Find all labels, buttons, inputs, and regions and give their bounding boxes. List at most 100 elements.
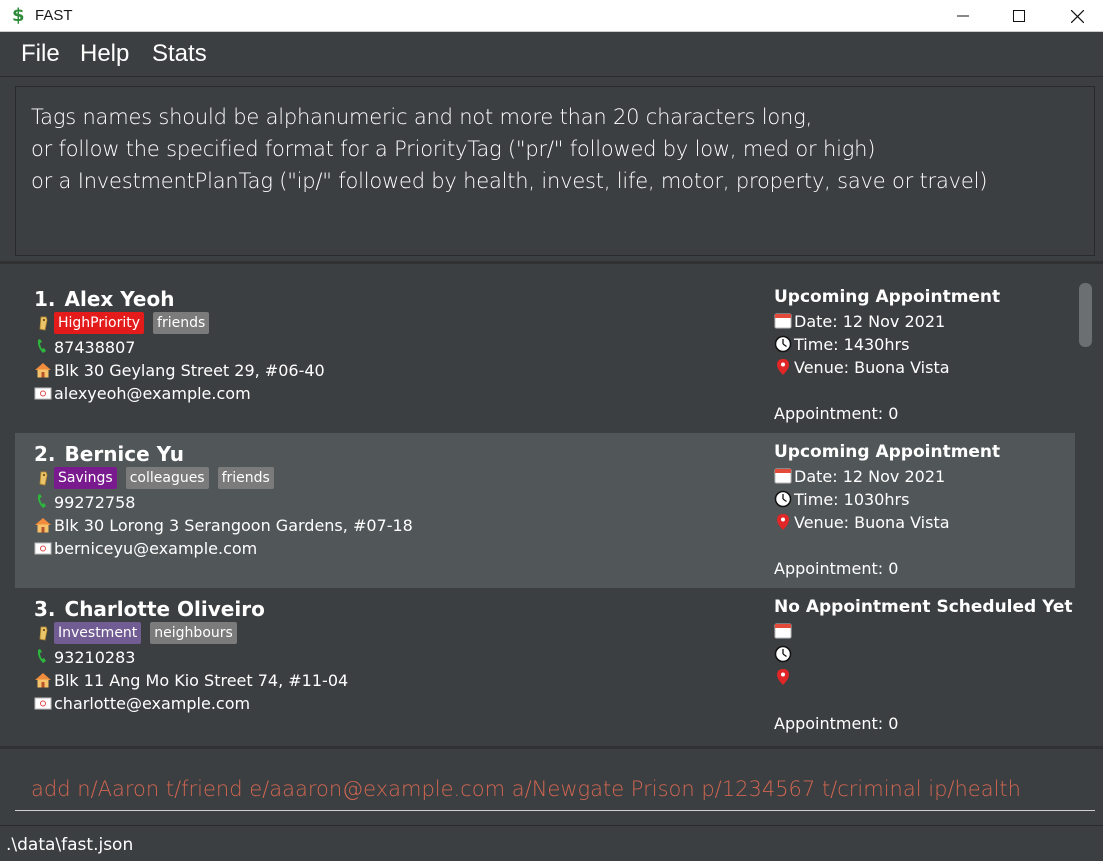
tag-badge: friends — [153, 312, 210, 334]
person-list-panel: 1. Alex Yeoh HighPriority friends 8743880… — [0, 266, 1103, 746]
phone-icon — [37, 339, 46, 353]
location-pin-icon — [777, 514, 789, 530]
person-name-text: Bernice Yu — [64, 442, 184, 466]
person-card[interactable]: 1. Alex Yeoh HighPriority friends 8743880… — [15, 278, 1075, 433]
appointment-date-row: Date: 12 Nov 2021 — [774, 467, 945, 486]
appointment-date-row — [774, 622, 794, 641]
calendar-icon — [774, 623, 792, 639]
email-row: berniceyu@example.com — [34, 539, 257, 558]
command-panel — [0, 746, 1103, 824]
window-title: FAST — [35, 7, 73, 24]
menu-help[interactable]: Help — [80, 40, 129, 68]
address-text: Blk 30 Geylang Street 29, #06-40 — [54, 361, 325, 380]
menu-stats[interactable]: Stats — [152, 40, 207, 68]
phone-text: 93210283 — [54, 648, 136, 667]
tag-icon — [39, 626, 48, 641]
tag-badge: neighbours — [150, 622, 237, 644]
appointment-date-row: Date: 12 Nov 2021 — [774, 312, 945, 331]
tag-badge: friends — [217, 467, 274, 489]
tag-badge: HighPriority — [54, 312, 145, 334]
phone-text: 87438807 — [54, 338, 136, 357]
maximize-icon — [1013, 10, 1025, 22]
appointment-venue: Venue: Buona Vista — [794, 358, 950, 377]
appointment-count: Appointment: 0 — [774, 714, 899, 733]
phone-text: 99272758 — [54, 493, 136, 512]
email-icon — [34, 697, 52, 710]
person-card[interactable]: 2. Bernice Yu Savings colleagues friends … — [15, 433, 1075, 588]
address-row: Blk 30 Lorong 3 Serangoon Gardens, #07-1… — [34, 516, 413, 535]
status-bar: .\data\fast.json — [0, 825, 1103, 861]
appointment-venue: Venue: Buona Vista — [794, 513, 950, 532]
appointment-time-row: Time: 1430hrs — [774, 335, 909, 354]
calendar-icon — [774, 313, 792, 329]
result-display[interactable]: Tags names should be alphanumeric and no… — [15, 86, 1095, 256]
address-row: Blk 11 Ang Mo Kio Street 74, #11-04 — [34, 671, 348, 690]
menu-file[interactable]: File — [21, 40, 60, 68]
tag-row: HighPriority friends — [34, 312, 218, 334]
person-name: 3. Charlotte Oliveiro — [34, 597, 265, 621]
person-index: 3. — [34, 597, 56, 621]
result-line: or a InvestmentPlanTag ("ip/" followed b… — [31, 169, 988, 193]
maximize-button[interactable] — [990, 0, 1048, 32]
email-icon — [34, 542, 52, 555]
person-list[interactable]: 1. Alex Yeoh HighPriority friends 8743880… — [15, 278, 1075, 746]
result-panel: Tags names should be alphanumeric and no… — [0, 78, 1103, 264]
location-pin-icon — [777, 669, 789, 685]
clock-icon — [774, 645, 792, 663]
appointment-panel: Upcoming Appointment Date: 12 Nov 2021 T… — [774, 287, 1074, 423]
email-text: alexyeoh@example.com — [54, 384, 251, 403]
menu-bar: File Help Stats — [0, 33, 1103, 77]
email-row: alexyeoh@example.com — [34, 384, 251, 403]
appointment-venue-row: Venue: Buona Vista — [774, 513, 950, 532]
tag-icon — [39, 471, 48, 486]
minimize-icon — [957, 15, 969, 17]
save-location: .\data\fast.json — [6, 835, 134, 855]
person-name: 1. Alex Yeoh — [34, 287, 174, 311]
calendar-icon — [774, 468, 792, 484]
appointment-title: Upcoming Appointment — [774, 442, 1001, 462]
phone-row: 99272758 — [34, 493, 135, 512]
person-name-text: Alex Yeoh — [64, 287, 175, 311]
title-bar: $ FAST — [0, 0, 1103, 32]
email-text: charlotte@example.com — [54, 694, 251, 713]
person-index: 2. — [34, 442, 56, 466]
result-line: or follow the specified format for a Pri… — [31, 137, 876, 161]
appointment-time-row: Time: 1030hrs — [774, 490, 909, 509]
phone-row: 87438807 — [34, 338, 135, 357]
appointment-panel: Upcoming Appointment Date: 12 Nov 2021 T… — [774, 442, 1074, 578]
phone-icon — [37, 649, 46, 663]
appointment-date: Date: 12 Nov 2021 — [794, 467, 946, 486]
scrollbar-thumb[interactable] — [1079, 283, 1092, 347]
appointment-time-row — [774, 645, 794, 664]
location-pin-icon — [777, 359, 789, 375]
address-row: Blk 30 Geylang Street 29, #06-40 — [34, 361, 325, 380]
phone-row: 93210283 — [34, 648, 135, 667]
tag-badge: Savings — [54, 467, 117, 489]
tag-row: Investment neighbours — [34, 622, 246, 644]
command-input[interactable] — [15, 767, 1095, 811]
clock-icon — [774, 335, 792, 353]
home-icon — [35, 518, 51, 533]
person-name-text: Charlotte Oliveiro — [64, 597, 265, 621]
address-text: Blk 11 Ang Mo Kio Street 74, #11-04 — [54, 671, 349, 690]
close-button[interactable] — [1048, 0, 1103, 32]
email-icon — [34, 387, 52, 400]
minimize-button[interactable] — [934, 0, 992, 32]
phone-icon — [37, 494, 46, 508]
appointment-title: Upcoming Appointment — [774, 287, 1001, 307]
email-text: berniceyu@example.com — [54, 539, 258, 558]
result-line: Tags names should be alphanumeric and no… — [31, 105, 813, 129]
close-icon — [1070, 9, 1084, 23]
email-row: charlotte@example.com — [34, 694, 250, 713]
appointment-title: No Appointment Scheduled Yet — [774, 597, 1073, 617]
person-name: 2. Bernice Yu — [34, 442, 184, 466]
person-index: 1. — [34, 287, 56, 311]
appointment-time: Time: 1430hrs — [794, 335, 910, 354]
appointment-panel: No Appointment Scheduled Yet Appointment… — [774, 597, 1074, 733]
appointment-time: Time: 1030hrs — [794, 490, 910, 509]
appointment-count: Appointment: 0 — [774, 404, 899, 423]
clock-icon — [774, 490, 792, 508]
person-card[interactable]: 3. Charlotte Oliveiro Investment neighbou… — [15, 588, 1075, 743]
tag-badge: Investment — [54, 622, 142, 644]
appointment-count: Appointment: 0 — [774, 559, 899, 578]
